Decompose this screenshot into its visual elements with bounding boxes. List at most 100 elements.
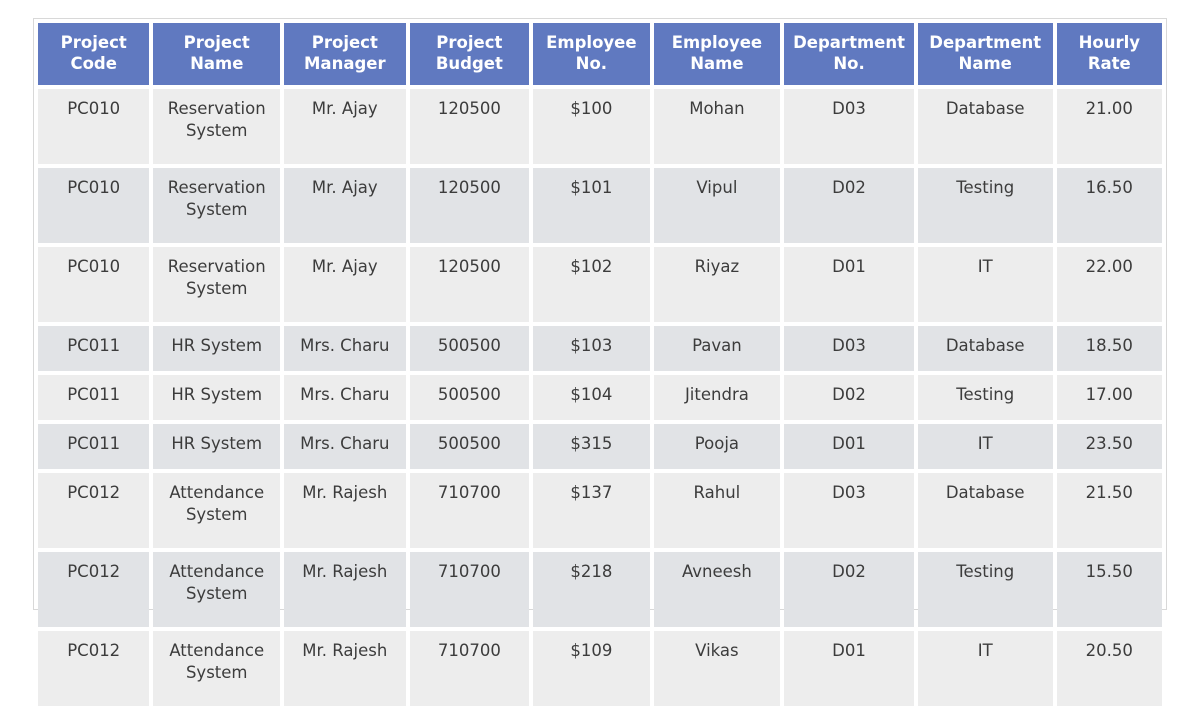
column-header-line2: Name (190, 54, 244, 74)
cell-project-name: HR System (153, 325, 281, 371)
cell-project-code: PC011 (38, 423, 150, 469)
cell-project-manager: Mr. Ajay (284, 246, 406, 322)
cell-project-budget: 500500 (409, 374, 530, 420)
cell-department-no: D03 (784, 325, 914, 371)
cell-project-manager: Mrs. Charu (284, 325, 406, 371)
column-header-line2: Budget (435, 54, 503, 74)
cell-project-name: Reservation System (153, 167, 281, 243)
cell-department-name: Database (917, 472, 1053, 548)
column-header-6[interactable]: Department No. (784, 23, 914, 85)
table-header: Project Code Project Name Project Manager Proj… (38, 23, 1162, 85)
column-header-line1: Department (793, 33, 905, 52)
column-header-line1: Project (311, 33, 378, 52)
column-header-line1: Project (183, 33, 250, 52)
cell-project-code: PC010 (38, 167, 150, 243)
cell-department-no: D01 (784, 246, 914, 322)
table-body: PC010 Reservation System Mr. Ajay 120500 $10… (38, 88, 1162, 706)
cell-hourly-rate: 21.00 (1056, 88, 1162, 164)
cell-project-manager: Mr. Rajesh (284, 551, 406, 627)
cell-project-budget: 710700 (409, 551, 530, 627)
cell-project-code: PC012 (38, 472, 150, 548)
column-header-line1: Hourly (1078, 33, 1141, 52)
table-row[interactable]: PC012 Attendance System Mr. Rajesh 710700 $2… (38, 551, 1162, 627)
cell-employee-name: Vipul (653, 167, 781, 243)
table-row[interactable]: PC010 Reservation System Mr. Ajay 120500 $10… (38, 246, 1162, 322)
column-header-line1: Department (929, 33, 1042, 52)
cell-employee-name: Riyaz (653, 246, 781, 322)
cell-project-budget: 500500 (409, 423, 530, 469)
cell-project-manager: Mr. Ajay (284, 167, 406, 243)
table-row[interactable]: PC011 HR System Mrs. Charu 500500 $315 Pooja D… (38, 423, 1162, 469)
column-header-line2: Rate (1087, 54, 1131, 74)
cell-hourly-rate: 21.50 (1056, 472, 1162, 548)
table-row[interactable]: PC012 Attendance System Mr. Rajesh 710700 $1… (38, 630, 1162, 706)
cell-employee-no: $101 (533, 167, 650, 243)
column-header-5[interactable]: Employee Name (653, 23, 781, 85)
cell-department-no: D02 (784, 551, 914, 627)
cell-department-no: D02 (784, 374, 914, 420)
column-header-7[interactable]: Department Name (917, 23, 1053, 85)
table-row[interactable]: PC010 Reservation System Mr. Ajay 120500 $10… (38, 167, 1162, 243)
cell-project-budget: 710700 (409, 472, 530, 548)
column-header-1[interactable]: Project Name (153, 23, 281, 85)
cell-project-manager: Mr. Rajesh (284, 472, 406, 548)
column-header-line2: Manager (304, 54, 386, 74)
cell-project-budget: 120500 (409, 88, 530, 164)
cell-department-name: Testing (917, 551, 1053, 627)
cell-employee-name: Pavan (653, 325, 781, 371)
column-header-4[interactable]: Employee No. (533, 23, 650, 85)
cell-employee-no: $104 (533, 374, 650, 420)
cell-hourly-rate: 15.50 (1056, 551, 1162, 627)
table-row[interactable]: PC011 HR System Mrs. Charu 500500 $104 Jitend… (38, 374, 1162, 420)
column-header-line2: Name (690, 54, 744, 74)
column-header-line2: No. (575, 54, 608, 74)
cell-project-manager: Mr. Rajesh (284, 630, 406, 706)
cell-hourly-rate: 23.50 (1056, 423, 1162, 469)
cell-employee-no: $315 (533, 423, 650, 469)
column-header-line2: No. (833, 54, 865, 74)
cell-department-name: IT (917, 630, 1053, 706)
cell-employee-no: $100 (533, 88, 650, 164)
cell-employee-no: $109 (533, 630, 650, 706)
cell-employee-name: Avneesh (653, 551, 781, 627)
column-header-0[interactable]: Project Code (38, 23, 150, 85)
cell-project-manager: Mrs. Charu (284, 374, 406, 420)
cell-department-no: D01 (784, 630, 914, 706)
cell-project-code: PC010 (38, 88, 150, 164)
column-header-line1: Project (436, 33, 503, 52)
cell-department-no: D01 (784, 423, 914, 469)
cell-project-code: PC011 (38, 325, 150, 371)
cell-project-budget: 120500 (409, 246, 530, 322)
cell-project-budget: 710700 (409, 630, 530, 706)
column-header-line2: Code (70, 54, 117, 74)
cell-project-name: Attendance System (153, 551, 281, 627)
cell-project-code: PC010 (38, 246, 150, 322)
cell-employee-name: Pooja (653, 423, 781, 469)
cell-hourly-rate: 20.50 (1056, 630, 1162, 706)
cell-project-budget: 500500 (409, 325, 530, 371)
cell-department-name: IT (917, 423, 1053, 469)
cell-employee-name: Vikas (653, 630, 781, 706)
table-row[interactable]: PC012 Attendance System Mr. Rajesh 710700 $1… (38, 472, 1162, 548)
cell-project-name: Reservation System (153, 88, 281, 164)
cell-project-name: HR System (153, 374, 281, 420)
column-header-2[interactable]: Project Manager (284, 23, 406, 85)
cell-employee-no: $102 (533, 246, 650, 322)
cell-project-code: PC012 (38, 551, 150, 627)
table-row[interactable]: PC011 HR System Mrs. Charu 500500 $103 Pavan D… (38, 325, 1162, 371)
cell-hourly-rate: 22.00 (1056, 246, 1162, 322)
column-header-3[interactable]: Project Budget (409, 23, 530, 85)
cell-employee-no: $137 (533, 472, 650, 548)
cell-employee-no: $218 (533, 551, 650, 627)
table-row[interactable]: PC010 Reservation System Mr. Ajay 120500 $10… (38, 88, 1162, 164)
table-container: Project Code Project Name Project Manager Proj… (33, 18, 1167, 706)
cell-project-manager: Mrs. Charu (284, 423, 406, 469)
column-header-line1: Employee (546, 33, 637, 52)
cell-project-name: Attendance System (153, 472, 281, 548)
cell-project-code: PC012 (38, 630, 150, 706)
column-header-line1: Project (60, 33, 127, 52)
column-header-8[interactable]: Hourly Rate (1056, 23, 1162, 85)
cell-project-name: Attendance System (153, 630, 281, 706)
cell-project-budget: 120500 (409, 167, 530, 243)
cell-hourly-rate: 18.50 (1056, 325, 1162, 371)
